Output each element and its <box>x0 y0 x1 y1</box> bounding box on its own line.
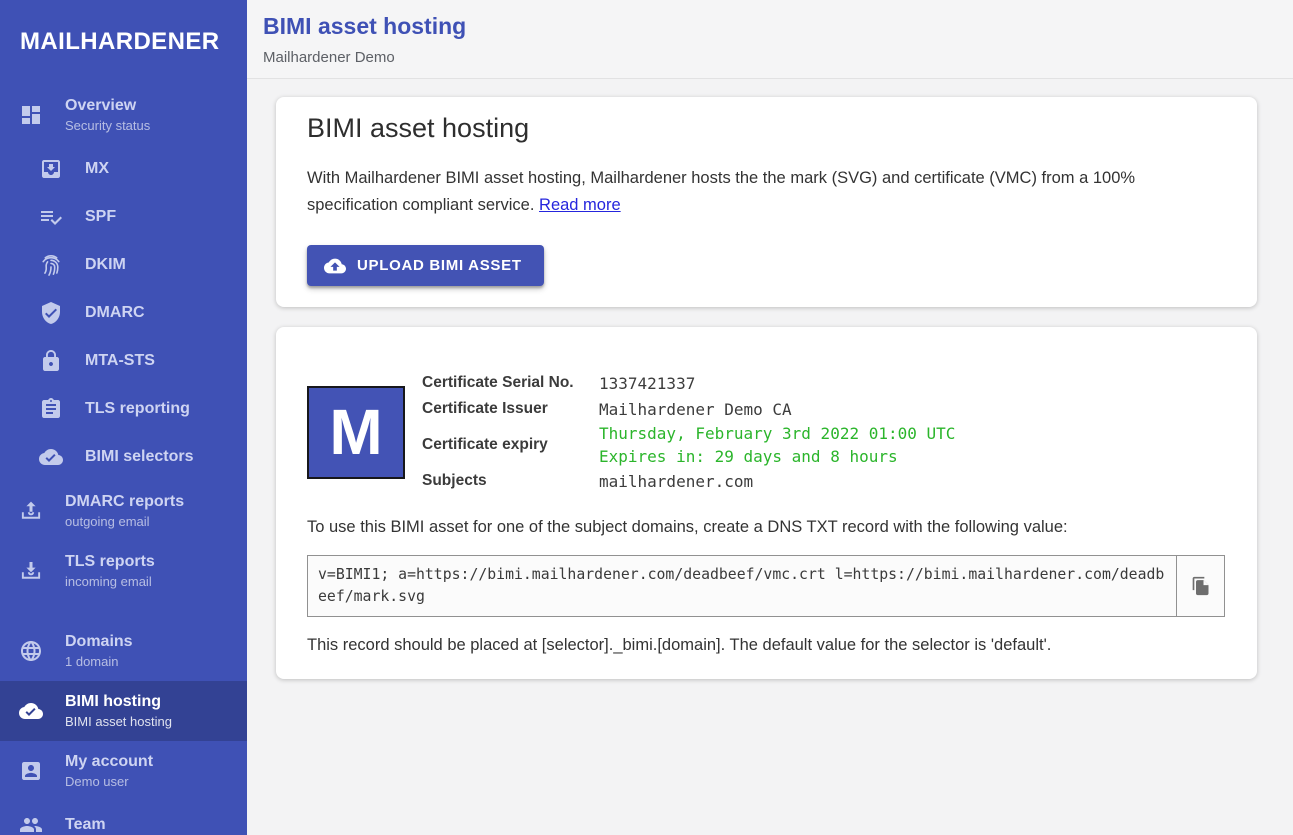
outbox-tray-icon <box>19 499 43 523</box>
sidebar-item-team[interactable]: Team <box>0 801 247 835</box>
inbox-tray-icon <box>19 559 43 583</box>
copy-record-button[interactable] <box>1176 556 1224 616</box>
move-to-inbox-icon <box>39 157 63 181</box>
sidebar-item-overview[interactable]: Overview Security status <box>0 85 247 145</box>
page-header: BIMI asset hosting Mailhardener Demo <box>247 0 1293 79</box>
copy-icon <box>1191 576 1211 596</box>
content: BIMI asset hosting With Mailhardener BIM… <box>247 79 1293 703</box>
certificate-row: Certificate Serial No. 1337421337 <box>422 370 1225 396</box>
sidebar-item-spf[interactable]: SPF <box>0 193 247 241</box>
record-placement-note: This record should be placed at [selecto… <box>307 636 1225 655</box>
bimi-mark-logo: M <box>307 386 405 479</box>
playlist-check-icon <box>39 205 63 229</box>
certificate-field-label: Subjects <box>422 472 599 490</box>
main-area: BIMI asset hosting Mailhardener Demo BIM… <box>247 0 1293 835</box>
certificate-field-value: Thursday, February 3rd 2022 01:00 UTCExp… <box>599 422 955 468</box>
certificate-field-value: Mailhardener Demo CA <box>599 398 792 421</box>
app-window: MAILHARDENER Overview Security status MX… <box>0 0 1293 835</box>
clipboard-icon <box>39 397 63 421</box>
certificate-field-value: mailhardener.com <box>599 470 753 493</box>
sidebar-item-bimi-selectors[interactable]: BIMI selectors <box>0 433 247 481</box>
certificate-details: Certificate Serial No. 1337421337 Certif… <box>422 370 1225 494</box>
intro-card-heading: BIMI asset hosting <box>307 113 1225 144</box>
globe-icon <box>19 639 43 663</box>
dns-record-value: v=BIMI1; a=https://bimi.mailhardener.com… <box>308 556 1176 616</box>
upload-bimi-asset-button[interactable]: UPLOAD BIMI ASSET <box>307 245 544 286</box>
page-subtitle: Mailhardener Demo <box>263 49 1277 66</box>
sidebar-item-mx[interactable]: MX <box>0 145 247 193</box>
upload-button-label: UPLOAD BIMI ASSET <box>357 257 522 274</box>
sidebar-item-tls-reporting[interactable]: TLS reporting <box>0 385 247 433</box>
intro-card-text: With Mailhardener BIMI asset hosting, Ma… <box>307 169 1135 214</box>
sidebar: MAILHARDENER Overview Security status MX… <box>0 0 247 835</box>
sidebar-nav: Overview Security status MX SPF DKIM DMA… <box>0 85 247 835</box>
certificate-field-label: Certificate expiry <box>422 436 599 454</box>
cloud-upload-icon <box>324 255 346 277</box>
sidebar-item-dmarc[interactable]: DMARC <box>0 289 247 337</box>
sidebar-item-dmarc-reports[interactable]: DMARC reports outgoing email <box>0 481 247 541</box>
certificate-field-label: Certificate Serial No. <box>422 374 599 392</box>
sidebar-item-tls-reports[interactable]: TLS reports incoming email <box>0 541 247 601</box>
intro-card-body: With Mailhardener BIMI asset hosting, Ma… <box>307 165 1225 219</box>
dns-record-box: v=BIMI1; a=https://bimi.mailhardener.com… <box>307 555 1225 617</box>
certificate-field-value: 1337421337 <box>599 372 695 395</box>
certificate-row: Certificate Issuer Mailhardener Demo CA <box>422 396 1225 422</box>
certificate-section: M Certificate Serial No. 1337421337 Cert… <box>307 370 1225 494</box>
dns-instruction-text: To use this BIMI asset for one of the su… <box>307 518 1225 537</box>
page-title: BIMI asset hosting <box>263 13 1277 40</box>
sidebar-item-my-account[interactable]: My account Demo user <box>0 741 247 801</box>
certificate-card: M Certificate Serial No. 1337421337 Cert… <box>276 327 1257 679</box>
certificate-field-label: Certificate Issuer <box>422 400 599 418</box>
dashboard-icon <box>19 103 43 127</box>
account-box-icon <box>19 759 43 783</box>
brand-logo: MAILHARDENER <box>0 0 247 56</box>
sidebar-item-mta-sts[interactable]: MTA-STS <box>0 337 247 385</box>
read-more-link[interactable]: Read more <box>539 196 621 214</box>
certificate-row: Certificate expiry Thursday, February 3r… <box>422 422 1225 468</box>
sidebar-item-dkim[interactable]: DKIM <box>0 241 247 289</box>
sidebar-item-bimi-hosting[interactable]: BIMI hosting BIMI asset hosting <box>0 681 247 741</box>
fingerprint-icon <box>39 253 63 277</box>
cloud-check-icon <box>39 445 63 469</box>
lock-icon <box>39 349 63 373</box>
shield-check-icon <box>39 301 63 325</box>
cloud-check-icon <box>19 699 43 723</box>
people-icon <box>19 813 43 835</box>
certificate-row: Subjects mailhardener.com <box>422 468 1225 494</box>
intro-card: BIMI asset hosting With Mailhardener BIM… <box>276 97 1257 307</box>
sidebar-item-domains[interactable]: Domains 1 domain <box>0 621 247 681</box>
